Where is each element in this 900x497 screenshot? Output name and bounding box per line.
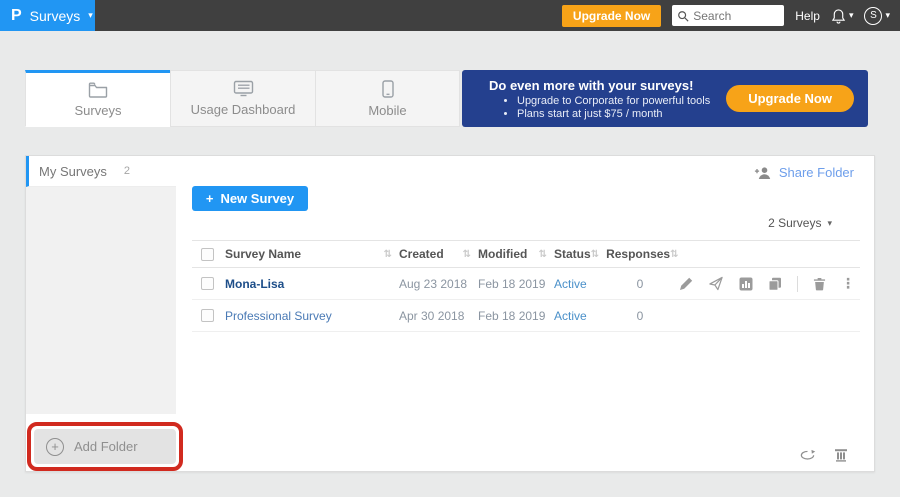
dashboard-icon: [233, 80, 254, 97]
select-all-checkbox[interactable]: [201, 248, 214, 261]
banner-upgrade-button[interactable]: Upgrade Now: [726, 85, 854, 112]
modified-cell: Feb 18 2019: [478, 309, 554, 323]
my-surveys-count: 2: [124, 165, 130, 177]
search-box[interactable]: [672, 5, 784, 26]
header-responses[interactable]: Responses: [606, 247, 670, 261]
product-switcher[interactable]: P Surveys ▾: [0, 0, 95, 31]
tab-label: Mobile: [368, 103, 406, 118]
trash-icon[interactable]: [834, 448, 848, 462]
bell-icon: [831, 8, 846, 24]
folders-panel: [26, 187, 176, 414]
header-modified[interactable]: Modified: [478, 247, 527, 261]
sort-icon[interactable]: ⇅: [670, 249, 678, 260]
caret-down-icon: ▾: [849, 11, 854, 20]
share-folder-button[interactable]: Share Folder: [754, 165, 854, 180]
table-header-row: Survey Name ⇅ Created ⇅ Modified ⇅ Statu…: [192, 240, 860, 268]
account-menu[interactable]: S ▾: [864, 7, 890, 25]
new-survey-label: New Survey: [220, 191, 294, 206]
survey-name-link[interactable]: Professional Survey: [225, 309, 332, 323]
surveys-count-dropdown[interactable]: 2 Surveys ▾: [768, 216, 832, 230]
new-survey-button[interactable]: + New Survey: [192, 186, 308, 211]
modified-cell: Feb 18 2019: [478, 277, 554, 291]
created-cell: Apr 30 2018: [399, 309, 478, 323]
share-folder-label: Share Folder: [779, 165, 854, 180]
divider: [797, 276, 798, 292]
header-created[interactable]: Created: [399, 247, 444, 261]
folder-icon: [88, 82, 108, 98]
plus-icon: +: [206, 191, 214, 206]
caret-down-icon: ▾: [88, 11, 93, 20]
created-cell: Aug 23 2018: [399, 277, 478, 291]
tab-label: Usage Dashboard: [191, 102, 296, 117]
responses-cell: 0: [601, 277, 679, 291]
more-actions-icon[interactable]: ⋮: [841, 275, 855, 292]
upgrade-now-button[interactable]: Upgrade Now: [562, 5, 661, 27]
reports-icon[interactable]: [739, 277, 753, 291]
survey-name-link[interactable]: Mona-Lisa: [225, 277, 284, 291]
sort-icon[interactable]: ⇅: [591, 249, 599, 260]
product-name: Surveys: [30, 8, 81, 24]
sort-icon[interactable]: ⇅: [384, 249, 392, 260]
mobile-icon: [382, 80, 394, 98]
tab-surveys[interactable]: Surveys: [25, 70, 170, 127]
avatar: S: [864, 7, 882, 25]
caret-down-icon: ▾: [885, 11, 890, 20]
search-input[interactable]: [693, 9, 777, 23]
header-status[interactable]: Status: [554, 247, 591, 261]
add-folder-label: Add Folder: [74, 439, 138, 454]
topbar-right-group: Upgrade Now Help ▾ S ▾: [562, 5, 900, 27]
app-screen: P Surveys ▾ Upgrade Now Help ▾ S ▾ Surve: [0, 0, 900, 497]
sort-icon[interactable]: ⇅: [463, 249, 471, 260]
table-row: Professional Survey Apr 30 2018 Feb 18 2…: [192, 300, 860, 332]
brand-logo: P: [11, 7, 22, 25]
header-survey-name[interactable]: Survey Name: [225, 247, 301, 261]
annotation-highlight: + Add Folder: [27, 422, 183, 471]
person-add-icon: [754, 166, 772, 180]
help-link[interactable]: Help: [795, 9, 820, 23]
tab-mobile[interactable]: Mobile: [315, 70, 460, 127]
table-row: Mona-Lisa Aug 23 2018 Feb 18 2019 Active…: [192, 268, 860, 300]
search-icon: [677, 10, 689, 22]
copy-icon[interactable]: [768, 277, 782, 291]
tab-usage-dashboard[interactable]: Usage Dashboard: [170, 70, 315, 127]
row-checkbox[interactable]: [201, 277, 214, 290]
caret-down-icon: ▾: [827, 219, 832, 228]
notifications-menu[interactable]: ▾: [831, 8, 854, 24]
restore-icon[interactable]: [799, 449, 816, 462]
responses-cell: 0: [601, 309, 679, 323]
top-bar: P Surveys ▾ Upgrade Now Help ▾ S ▾: [0, 0, 900, 31]
row-checkbox[interactable]: [201, 309, 214, 322]
main-tabs: Surveys Usage Dashboard Mobile: [25, 70, 460, 127]
surveys-table: Survey Name ⇅ Created ⇅ Modified ⇅ Statu…: [192, 240, 860, 332]
my-surveys-label: My Surveys: [39, 164, 107, 179]
add-folder-button[interactable]: + Add Folder: [34, 429, 176, 464]
sort-icon[interactable]: ⇅: [539, 249, 547, 260]
status-link[interactable]: Active: [554, 309, 587, 323]
surveys-count-label: 2 Surveys: [768, 216, 821, 230]
surveys-card: My Surveys 2 + Add Folder Share Folder +…: [25, 155, 875, 472]
card-footer-icons: [799, 448, 848, 462]
send-icon[interactable]: [708, 276, 724, 291]
status-link[interactable]: Active: [554, 277, 587, 291]
edit-icon[interactable]: [679, 277, 693, 291]
upgrade-banner: Do even more with your surveys! Upgrade …: [462, 70, 868, 127]
sidebar-item-my-surveys[interactable]: My Surveys 2: [26, 156, 176, 187]
plus-circle-icon: +: [46, 438, 64, 456]
row-actions: ⋮: [679, 275, 877, 292]
tab-label: Surveys: [75, 103, 122, 118]
delete-icon[interactable]: [813, 277, 826, 291]
